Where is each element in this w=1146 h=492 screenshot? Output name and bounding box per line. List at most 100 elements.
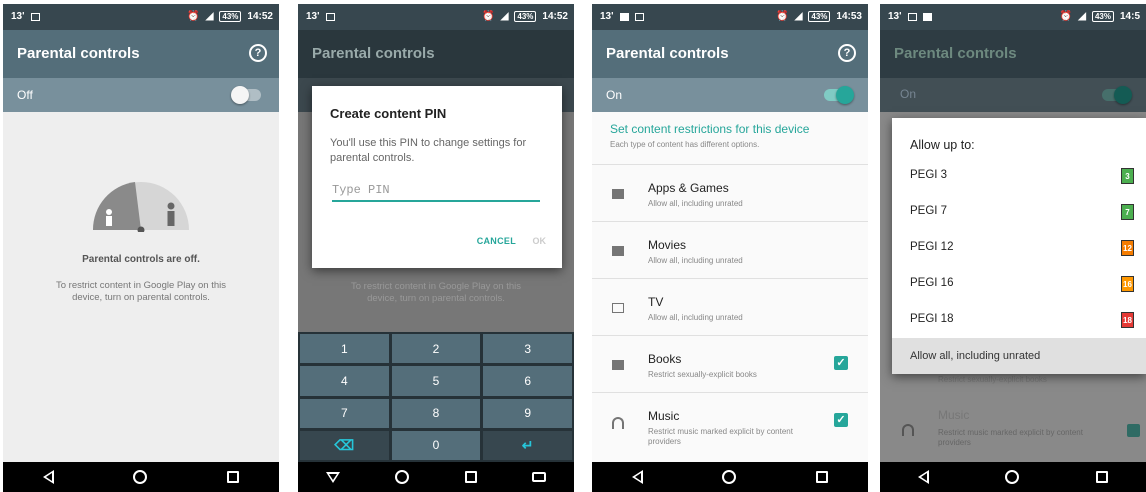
dialog-title: Create content PIN (330, 106, 447, 121)
back-icon[interactable] (918, 470, 930, 484)
category-desc: Restrict sexually-explicit books (648, 370, 757, 379)
pegi-badge-icon: 12 (1121, 240, 1134, 256)
status-bar: 13' ⏰ ◢ 43% 14:53 (592, 4, 868, 30)
restrictions-subheading: Each type of content has different optio… (610, 140, 760, 149)
restrictions-list: Set content restrictions for this device… (592, 112, 868, 462)
notification-icon (619, 12, 629, 21)
pin-input[interactable] (332, 180, 540, 202)
battery-indicator: 43% (808, 11, 831, 22)
enter-key-icon[interactable]: ↵ (483, 430, 572, 460)
books-checkbox[interactable]: ✓ (834, 356, 848, 370)
help-icon[interactable]: ? (249, 44, 267, 62)
rating-dialog: Allow up to: PEGI 3 3 PEGI 7 7 PEGI 12 1… (892, 118, 1146, 374)
nav-bar (880, 462, 1146, 492)
status-time: 14:52 (247, 11, 273, 22)
home-icon[interactable] (1005, 470, 1020, 484)
rating-option-allow-all[interactable]: Allow all, including unrated (892, 338, 1146, 374)
home-icon[interactable] (395, 470, 410, 484)
cancel-button[interactable]: CANCEL (477, 236, 516, 246)
rating-option-pegi-7[interactable]: PEGI 7 7 (892, 194, 1146, 232)
backspace-key-icon[interactable]: ⌫ (300, 430, 389, 460)
category-name: TV (648, 295, 664, 309)
movies-icon (612, 246, 624, 256)
screen-create-pin: 13' ⏰ ◢ 43% 14:52 Parental controls To rest… (298, 4, 574, 492)
key-8[interactable]: 8 (391, 398, 481, 428)
headphones-icon (902, 424, 914, 436)
background-toggle-label: On (900, 87, 917, 101)
recents-icon[interactable] (464, 471, 477, 483)
key-6[interactable]: 6 (483, 366, 572, 396)
off-title: Parental controls are off. (82, 254, 200, 265)
help-icon[interactable]: ? (838, 44, 856, 62)
toggle-label: Off (17, 88, 33, 102)
hide-keyboard-icon[interactable] (325, 471, 340, 483)
home-icon[interactable] (133, 470, 148, 484)
signal-icon: ◢ (794, 11, 803, 22)
rating-name: PEGI 18 (910, 313, 954, 325)
notification-icon-2 (922, 12, 932, 21)
screen-rating-picker: 13' ⏰ ◢ 43% 14:5 Parental controls On Restr… (880, 4, 1146, 492)
back-icon[interactable] (631, 470, 643, 484)
dialog-text: You'll use this PIN to change settings f… (330, 137, 527, 164)
parental-toggle-row[interactable]: Off (3, 78, 279, 112)
rating-name: PEGI 3 (910, 169, 948, 181)
key-2[interactable]: 2 (391, 334, 481, 364)
key-3[interactable]: 3 (483, 334, 572, 364)
background-music-checkbox (1127, 424, 1140, 437)
music-checkbox[interactable]: ✓ (834, 413, 848, 427)
category-books[interactable]: Books Restrict sexually-explicit books ✓ (592, 335, 868, 392)
key-1[interactable]: 1 (300, 334, 389, 364)
parental-controls-switch[interactable] (231, 86, 261, 104)
numeric-keypad: 1 2 3 4 5 6 7 8 9 ⌫ 0 ↵ (298, 332, 574, 462)
off-content: Parental controls are off. To restrict c… (3, 112, 279, 462)
app-bar: Parental controls ? (592, 30, 868, 78)
alarm-icon: ⏰ (776, 11, 789, 22)
status-bar: 13' ⏰ ◢ 43% 14:52 (3, 4, 279, 30)
alarm-icon: ⏰ (1059, 11, 1073, 22)
dialog-title: Allow up to: (910, 138, 975, 152)
parental-controls-switch[interactable] (824, 86, 854, 104)
battery-indicator: 43% (514, 11, 537, 22)
category-name: Music (648, 409, 680, 423)
status-time: 14:52 (542, 11, 568, 22)
category-movies[interactable]: Movies Allow all, including unrated (592, 221, 868, 278)
rating-option-pegi-16[interactable]: PEGI 16 16 (892, 266, 1146, 304)
notification-icon-2 (634, 12, 644, 21)
nav-bar (592, 462, 868, 492)
back-icon[interactable] (42, 470, 54, 484)
status-left-text: 13' (11, 11, 25, 22)
key-0[interactable]: 0 (391, 430, 481, 460)
status-time: 14:53 (836, 11, 862, 22)
background-music-desc: Restrict music marked explicit by conten… (938, 428, 1083, 447)
category-music[interactable]: Music Restrict music marked explicit by … (592, 392, 868, 449)
rating-option-pegi-12[interactable]: PEGI 12 12 (892, 230, 1146, 268)
alarm-icon: ⏰ (187, 11, 200, 22)
rating-option-pegi-3[interactable]: PEGI 3 3 (892, 158, 1146, 196)
key-5[interactable]: 5 (391, 366, 481, 396)
pegi-badge-icon: 16 (1121, 276, 1134, 292)
key-7[interactable]: 7 (300, 398, 389, 428)
status-bar: 13' ⏰ ◢ 43% 14:52 (298, 4, 574, 30)
recents-icon[interactable] (227, 471, 240, 483)
key-4[interactable]: 4 (300, 366, 389, 396)
keyboard-icon[interactable] (532, 472, 547, 482)
alarm-icon: ⏰ (482, 11, 495, 22)
pegi-badge-icon: 3 (1121, 168, 1134, 184)
battery-indicator: 43% (1091, 11, 1114, 22)
category-name: Books (648, 352, 682, 366)
headphones-icon (612, 417, 624, 429)
key-9[interactable]: 9 (483, 398, 572, 428)
recents-icon[interactable] (816, 471, 829, 483)
parental-toggle-row[interactable]: On (592, 78, 868, 112)
home-icon[interactable] (722, 470, 737, 484)
category-apps-games[interactable]: Apps & Games Allow all, including unrate… (592, 164, 868, 221)
page-title: Parental controls (17, 45, 140, 62)
ok-button[interactable]: OK (533, 236, 547, 246)
rating-option-pegi-18[interactable]: PEGI 18 18 (892, 302, 1146, 340)
status-left-text: 13' (600, 11, 614, 22)
status-time: 14:5 (1119, 11, 1140, 22)
pegi-badge-icon: 7 (1121, 204, 1134, 220)
category-tv[interactable]: TV Allow all, including unrated (592, 278, 868, 335)
battery-indicator: 43% (219, 11, 242, 22)
recents-icon[interactable] (1095, 471, 1108, 483)
